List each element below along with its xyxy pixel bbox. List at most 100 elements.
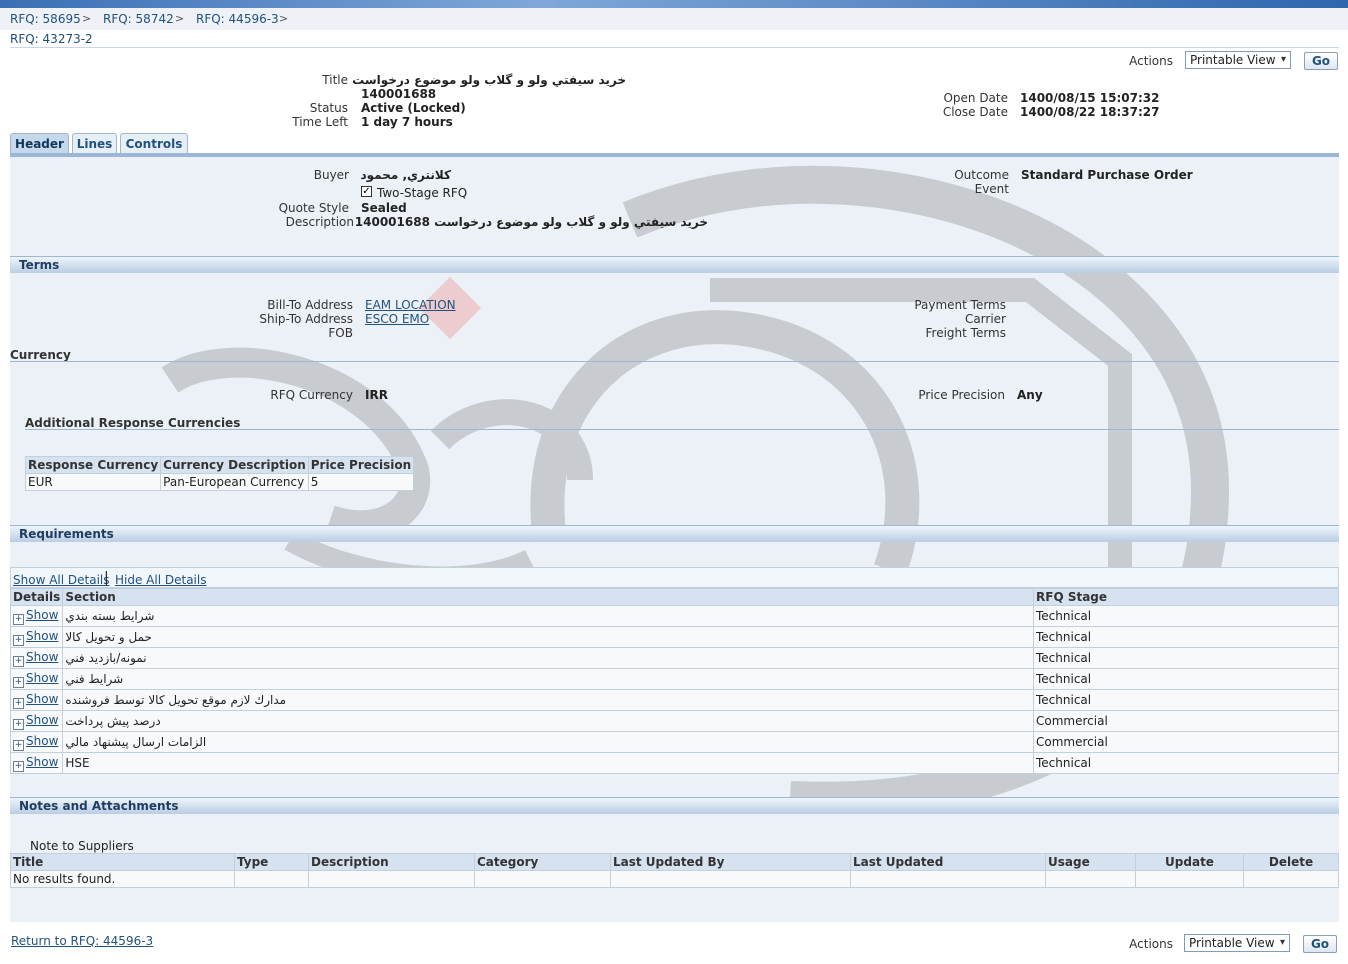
freight-terms-label: Freight Terms bbox=[925, 326, 1007, 340]
requirements-heading: Requirements bbox=[10, 525, 1339, 542]
expand-icon[interactable]: + bbox=[13, 613, 24, 625]
go-button[interactable]: Go bbox=[1304, 52, 1338, 70]
column-header-delete: Delete bbox=[1243, 853, 1339, 871]
table-row: + Show شرايط فني Technical bbox=[9, 668, 1339, 690]
show-details-link[interactable]: Show bbox=[26, 629, 58, 643]
description-label: Description bbox=[285, 215, 354, 229]
column-header-section: Section bbox=[62, 588, 1034, 606]
outcome-label: Outcome bbox=[954, 168, 1009, 182]
column-header-details: Details bbox=[9, 588, 64, 606]
open-date-value: 1400/08/15 15:07:32 bbox=[1020, 91, 1160, 105]
quote-style-label: Quote Style bbox=[278, 201, 349, 215]
open-date-label: Open Date bbox=[943, 91, 1008, 105]
notes-heading: Notes and Attachments bbox=[10, 797, 1339, 814]
column-header: Currency Description bbox=[160, 456, 309, 474]
section-cell: HSE bbox=[62, 752, 1034, 774]
expand-icon[interactable]: + bbox=[13, 676, 24, 688]
expand-icon[interactable]: + bbox=[13, 718, 24, 730]
column-header-usage: Usage bbox=[1045, 853, 1136, 871]
breadcrumb-link-1[interactable]: RFQ: 58695 bbox=[10, 12, 81, 26]
breadcrumb-link-3[interactable]: RFQ: 44596-3 bbox=[196, 12, 279, 26]
event-label: Event bbox=[974, 182, 1009, 196]
details-cell: + Show bbox=[9, 731, 64, 753]
column-header: Response Currency bbox=[24, 456, 162, 474]
status-value: Active (Locked) bbox=[361, 101, 466, 115]
column-header-last-updated-by: Last Updated By bbox=[610, 853, 851, 871]
tab-controls[interactable]: Controls bbox=[120, 133, 188, 154]
title-value: خريد سيفتي ولو و گلاب ولو موضوع درخواست bbox=[352, 73, 626, 87]
stage-cell: Commercial bbox=[1033, 710, 1339, 732]
actions-select-value: Printable View bbox=[1189, 936, 1275, 950]
description-value: خريد سيفتي ولو و گلاب ولو موضوع درخواست … bbox=[354, 215, 708, 229]
table-cell bbox=[308, 870, 475, 888]
breadcrumb-link-2[interactable]: RFQ: 58742 bbox=[103, 12, 174, 26]
table-row: + Show HSE Technical bbox=[9, 752, 1339, 774]
table-row: + Show شرايط بسته بندي Technical bbox=[9, 605, 1339, 627]
table-row: + Show نمونه/بازديد فني Technical bbox=[9, 647, 1339, 669]
rfq-currency-value: IRR bbox=[365, 388, 388, 402]
bill-to-link[interactable]: EAM LOCATION bbox=[365, 298, 456, 312]
return-link[interactable]: Return to RFQ: 44596-3 bbox=[11, 934, 153, 948]
expand-icon[interactable]: + bbox=[13, 739, 24, 751]
breadcrumb-separator: > bbox=[82, 12, 92, 25]
hide-all-details-link[interactable]: Hide All Details bbox=[115, 573, 206, 587]
payment-terms-label: Payment Terms bbox=[914, 298, 1006, 312]
rfq-currency-label: RFQ Currency bbox=[270, 388, 353, 402]
table-cell bbox=[1135, 870, 1244, 888]
show-details-link[interactable]: Show bbox=[26, 608, 58, 622]
two-stage-label: Two-Stage RFQ bbox=[377, 186, 468, 200]
show-details-link[interactable]: Show bbox=[26, 671, 58, 685]
actions-select[interactable]: Printable View ▾ bbox=[1185, 51, 1291, 69]
additional-currencies-divider bbox=[25, 429, 1339, 430]
column-header-title: Title bbox=[10, 853, 235, 871]
buyer-value: كلانتري, محمود bbox=[360, 168, 452, 182]
close-date-value: 1400/08/22 18:37:27 bbox=[1020, 105, 1160, 119]
details-cell: + Show bbox=[9, 647, 64, 669]
expand-icon[interactable]: + bbox=[13, 634, 24, 646]
table-header-row: Details Section RFQ Stage bbox=[9, 588, 1339, 606]
buyer-label: Buyer bbox=[313, 168, 349, 182]
show-details-link[interactable]: Show bbox=[26, 734, 58, 748]
table-cell: Pan-European Currency bbox=[160, 473, 309, 491]
table-cell bbox=[1045, 870, 1136, 888]
show-details-link[interactable]: Show bbox=[26, 692, 58, 706]
show-details-link[interactable]: Show bbox=[26, 650, 58, 664]
tab-lines[interactable]: Lines bbox=[72, 133, 117, 154]
column-header-type: Type bbox=[234, 853, 309, 871]
table-cell bbox=[610, 870, 851, 888]
stage-cell: Technical bbox=[1033, 626, 1339, 648]
additional-currencies-heading: Additional Response Currencies bbox=[25, 416, 241, 430]
actions-select-bottom[interactable]: Printable View ▾ bbox=[1184, 934, 1290, 952]
show-details-link[interactable]: Show bbox=[26, 713, 58, 727]
column-header-update: Update bbox=[1135, 853, 1244, 871]
time-left-label: Time Left bbox=[292, 115, 348, 129]
section-cell: نمونه/بازديد فني bbox=[62, 647, 1034, 669]
section-cell: مدارك لازم موقع تحويل كالا توسط فروشنده bbox=[62, 689, 1034, 711]
expand-icon[interactable]: + bbox=[13, 655, 24, 667]
expand-icon[interactable]: + bbox=[13, 760, 24, 772]
close-date-label: Close Date bbox=[942, 105, 1008, 119]
show-all-details-link[interactable]: Show All Details bbox=[13, 573, 110, 587]
empty-results-text: No results found. bbox=[10, 870, 235, 888]
breadcrumb-separator: > bbox=[175, 12, 185, 25]
top-banner bbox=[0, 0, 1348, 8]
go-button-bottom[interactable]: Go bbox=[1303, 935, 1337, 953]
ship-to-label: Ship-To Address bbox=[259, 312, 353, 326]
ship-to-link[interactable]: ESCO EMO bbox=[365, 312, 429, 326]
actions-select-value: Printable View bbox=[1190, 53, 1276, 67]
section-cell: شرايط بسته بندي bbox=[62, 605, 1034, 627]
expand-icon[interactable]: + bbox=[13, 697, 24, 709]
show-details-link[interactable]: Show bbox=[26, 755, 58, 769]
stage-cell: Technical bbox=[1033, 668, 1339, 690]
price-precision-label: Price Precision bbox=[918, 388, 1005, 402]
requirements-table: Details Section RFQ Stage + Show شرايط بست… bbox=[9, 588, 1339, 774]
tab-header[interactable]: Header bbox=[10, 133, 69, 154]
page-title: RFQ: 43273-2 bbox=[10, 32, 93, 46]
section-cell: حمل و تحويل كالا bbox=[62, 626, 1034, 648]
table-cell bbox=[1243, 870, 1339, 888]
price-precision-value: Any bbox=[1017, 388, 1043, 402]
table-cell bbox=[850, 870, 1046, 888]
column-header-stage: RFQ Stage bbox=[1033, 588, 1339, 606]
table-row: No results found. bbox=[10, 870, 1339, 888]
requirements-toolbar bbox=[10, 567, 1339, 588]
